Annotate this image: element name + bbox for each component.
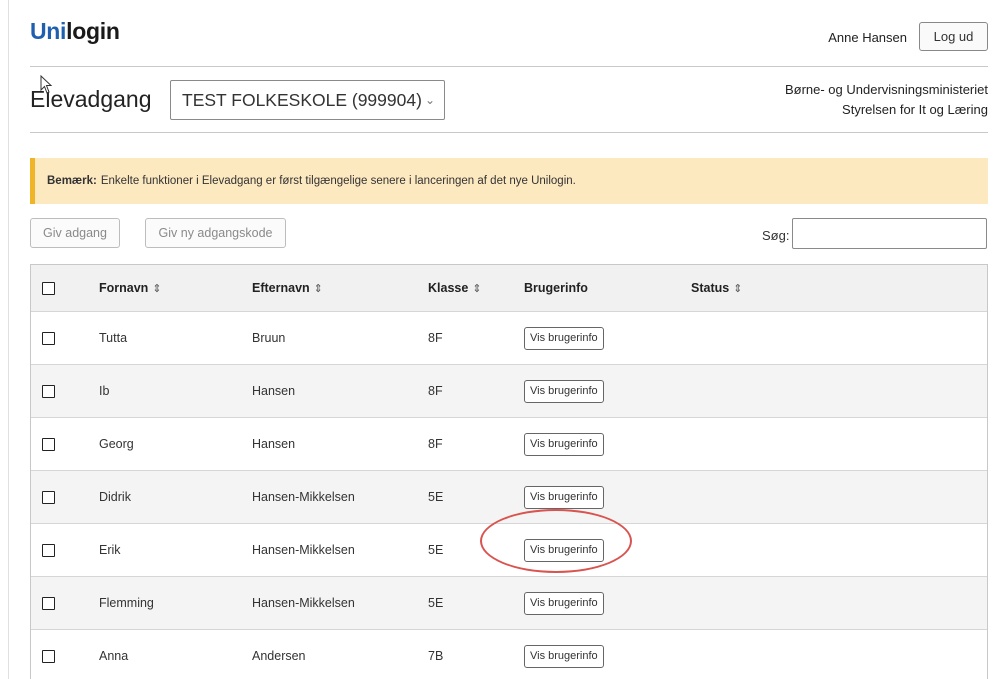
cell-last-name: Hansen-Mikkelsen bbox=[252, 596, 355, 610]
show-user-info-button[interactable]: Vis brugerinfo bbox=[524, 326, 604, 350]
table-row: Georg Hansen 8F Vis brugerinfo bbox=[31, 418, 987, 471]
show-user-info-button[interactable]: Vis brugerinfo bbox=[524, 379, 604, 403]
row-checkbox-cell bbox=[42, 577, 55, 629]
cell-last-name: Hansen bbox=[252, 437, 296, 451]
table-row: Tutta Bruun 8F Vis brugerinfo bbox=[31, 312, 987, 365]
column-header-class[interactable]: Klasse ⇕ bbox=[428, 265, 482, 311]
row-checkbox[interactable] bbox=[42, 384, 55, 398]
row-checkbox[interactable] bbox=[42, 596, 55, 610]
show-user-info-button[interactable]: Vis brugerinfo bbox=[524, 644, 604, 668]
notice-label: Bemærk: bbox=[47, 175, 97, 187]
table-row: Erik Hansen-Mikkelsen 5E Vis brugerinfo bbox=[31, 524, 987, 577]
row-checkbox[interactable] bbox=[42, 649, 55, 663]
cell-user-info: Vis brugerinfo bbox=[524, 630, 604, 679]
row-checkbox[interactable] bbox=[42, 331, 55, 345]
students-table: Fornavn ⇕ Efternavn ⇕ Klasse ⇕ Brugerinfo S… bbox=[30, 264, 988, 679]
column-class-label: Klasse bbox=[428, 281, 469, 295]
cell-first-name: Georg bbox=[99, 437, 134, 451]
column-header-last-name[interactable]: Efternavn ⇕ bbox=[252, 265, 323, 311]
notice-text: Enkelte funktioner i Elevadgang er først… bbox=[100, 175, 576, 187]
unilogin-logo[interactable]: Unilogin bbox=[30, 18, 120, 45]
cell-first-name: Ib bbox=[99, 384, 110, 398]
search-label: Søg: bbox=[762, 228, 790, 243]
cell-first-name: Flemming bbox=[99, 596, 154, 610]
row-checkbox[interactable] bbox=[42, 437, 55, 451]
school-select[interactable]: TEST FOLKESKOLE (999904) ⌄ bbox=[170, 80, 445, 120]
cell-class: 5E bbox=[428, 543, 444, 557]
school-select-value: TEST FOLKESKOLE (999904) bbox=[182, 89, 422, 110]
sort-icon: ⇕ bbox=[733, 282, 743, 295]
row-checkbox-cell bbox=[42, 312, 55, 364]
cell-user-info: Vis brugerinfo bbox=[524, 577, 604, 629]
column-first-name-label: Fornavn bbox=[99, 281, 149, 295]
show-user-info-button[interactable]: Vis brugerinfo bbox=[524, 538, 604, 562]
table-row: Flemming Hansen-Mikkelsen 5E Vis brugeri… bbox=[31, 577, 987, 630]
select-all-checkbox[interactable] bbox=[42, 281, 55, 295]
cell-last-name: Hansen-Mikkelsen bbox=[252, 490, 355, 504]
row-checkbox-cell bbox=[42, 418, 55, 470]
new-password-button[interactable]: Giv ny adgangskode bbox=[145, 218, 286, 248]
cell-user-info: Vis brugerinfo bbox=[524, 365, 604, 417]
column-user-info-label: Brugerinfo bbox=[524, 281, 588, 295]
cell-user-info: Vis brugerinfo bbox=[524, 418, 604, 470]
row-checkbox-cell bbox=[42, 630, 55, 679]
column-header-status[interactable]: Status ⇕ bbox=[691, 265, 742, 311]
header-divider bbox=[30, 66, 988, 67]
cell-class: 5E bbox=[428, 596, 444, 610]
cell-class: 8F bbox=[428, 384, 443, 398]
cell-user-info: Vis brugerinfo bbox=[524, 524, 604, 576]
cell-last-name: Hansen bbox=[252, 384, 296, 398]
table-row: Didrik Hansen-Mikkelsen 5E Vis brugerinf… bbox=[31, 471, 987, 524]
cell-first-name: Erik bbox=[99, 543, 121, 557]
cell-last-name: Andersen bbox=[252, 649, 306, 663]
ministry-info: Børne- og Undervisningsministeriet Styre… bbox=[785, 80, 988, 120]
title-divider bbox=[30, 132, 988, 133]
cell-last-name: Bruun bbox=[252, 331, 286, 345]
mouse-cursor-icon bbox=[40, 75, 53, 94]
logout-button[interactable]: Log ud bbox=[919, 22, 988, 51]
column-header-first-name[interactable]: Fornavn ⇕ bbox=[99, 265, 162, 311]
table-header-row: Fornavn ⇕ Efternavn ⇕ Klasse ⇕ Brugerinfo S… bbox=[31, 265, 987, 312]
cell-first-name: Anna bbox=[99, 649, 129, 663]
cell-first-name: Tutta bbox=[99, 331, 128, 345]
show-user-info-button[interactable]: Vis brugerinfo bbox=[524, 432, 604, 456]
sort-icon: ⇕ bbox=[152, 282, 162, 295]
row-checkbox[interactable] bbox=[42, 490, 55, 504]
chevron-down-icon: ⌄ bbox=[424, 93, 435, 107]
cell-first-name: Didrik bbox=[99, 490, 131, 504]
sort-icon: ⇕ bbox=[472, 282, 482, 295]
agency-name: Styrelsen for It og Læring bbox=[842, 102, 988, 117]
logo-uni: Uni bbox=[30, 18, 67, 44]
page-left-border bbox=[8, 0, 9, 679]
cell-class: 5E bbox=[428, 490, 444, 504]
cell-class: 7B bbox=[428, 649, 444, 663]
cell-user-info: Vis brugerinfo bbox=[524, 312, 604, 364]
column-status-label: Status bbox=[691, 281, 730, 295]
cell-last-name: Hansen-Mikkelsen bbox=[252, 543, 355, 557]
user-name: Anne Hansen bbox=[828, 30, 907, 45]
cell-user-info: Vis brugerinfo bbox=[524, 471, 604, 523]
sort-icon: ⇕ bbox=[313, 282, 323, 295]
cell-class: 8F bbox=[428, 331, 443, 345]
show-user-info-button[interactable]: Vis brugerinfo bbox=[524, 591, 604, 615]
table-row: Anna Andersen 7B Vis brugerinfo bbox=[31, 630, 987, 679]
give-access-button[interactable]: Giv adgang bbox=[30, 218, 120, 248]
table-row: Ib Hansen 8F Vis brugerinfo bbox=[31, 365, 987, 418]
ministry-name: Børne- og Undervisningsministeriet bbox=[784, 82, 988, 97]
column-last-name-label: Efternavn bbox=[252, 281, 310, 295]
search-input[interactable] bbox=[792, 218, 987, 249]
notice-banner: Bemærk: Enkelte funktioner i Elevadgang … bbox=[30, 158, 988, 204]
show-user-info-button[interactable]: Vis brugerinfo bbox=[524, 485, 604, 509]
row-checkbox-cell bbox=[42, 524, 55, 576]
row-checkbox-cell bbox=[42, 471, 55, 523]
select-all-cell bbox=[42, 265, 55, 311]
logo-login: login bbox=[66, 18, 120, 44]
column-header-user-info: Brugerinfo bbox=[524, 265, 588, 311]
row-checkbox[interactable] bbox=[42, 543, 55, 557]
row-checkbox-cell bbox=[42, 365, 55, 417]
cell-class: 8F bbox=[428, 437, 443, 451]
